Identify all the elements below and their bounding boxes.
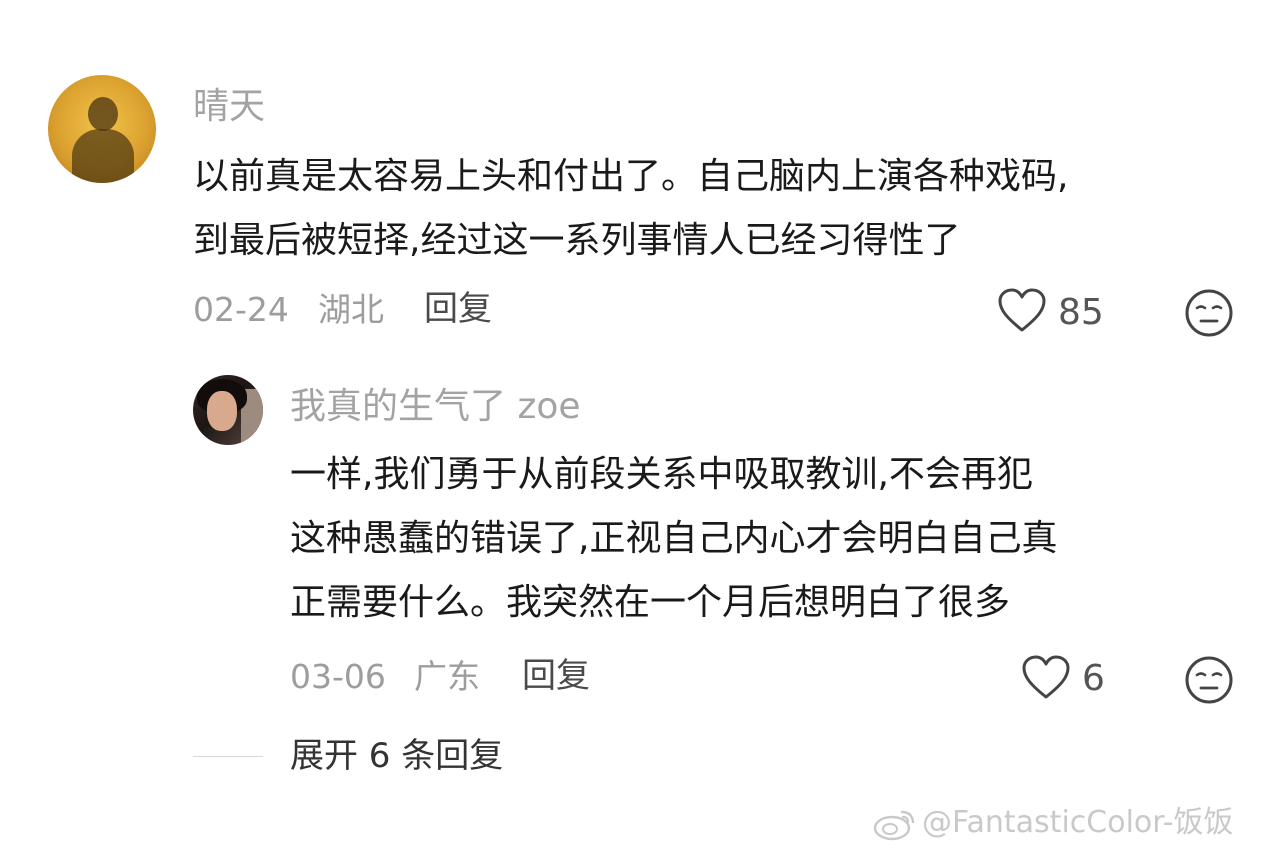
expand-replies-button[interactable]: 展开 6 条回复 [290,739,503,773]
comment-content: 以前真是太容易上头和付出了。自己脑内上演各种戏码, 到最后被短择,经过这一系列事… [193,145,1068,273]
reply-content-line: 这种愚蠢的错误了,正视自己内心才会明白自己真 [290,518,1058,559]
reply-reply-button[interactable]: 回复 [522,659,590,693]
reply-content: 一样,我们勇于从前段关系中吸取教训,不会再犯 这种愚蠢的错误了,正视自己内心才会… [290,443,1057,635]
watermark-text: @FantasticColor-饭饭 [922,805,1234,840]
reply-content-line: 正需要什么。我突然在一个月后想明白了很多 [290,582,1011,623]
comment-like-count: 85 [1058,292,1104,333]
avatar[interactable] [48,75,156,183]
comment-reply-button[interactable]: 回复 [424,292,492,326]
neutral-face-icon[interactable] [1184,655,1234,705]
avatar-silhouette-head [88,97,118,131]
reply-location: 广东 [414,657,480,696]
comment-content-line: 以前真是太容易上头和付出了。自己脑内上演各种戏码, [193,156,1069,197]
avatar-silhouette-body [72,129,134,183]
reply-like-count: 6 [1082,658,1105,699]
reply-content-line: 一样,我们勇于从前段关系中吸取教训,不会再犯 [290,454,1033,495]
weibo-logo-icon [872,806,918,842]
comment-content-line: 到最后被短择,经过这一系列事情人已经习得性了 [193,220,961,261]
comment-location: 湖北 [318,290,384,329]
reply-date: 03-06 [290,657,386,696]
avatar-face [207,391,237,431]
comment-date: 02-24 [193,290,289,329]
reply-username[interactable]: 我真的生气了 zoe [290,389,581,425]
heart-icon[interactable] [997,288,1047,334]
avatar[interactable] [193,375,263,445]
comment-username[interactable]: 晴天 [193,89,265,125]
neutral-face-icon[interactable] [1184,288,1234,338]
heart-icon[interactable] [1021,655,1071,701]
expand-divider [193,756,263,757]
